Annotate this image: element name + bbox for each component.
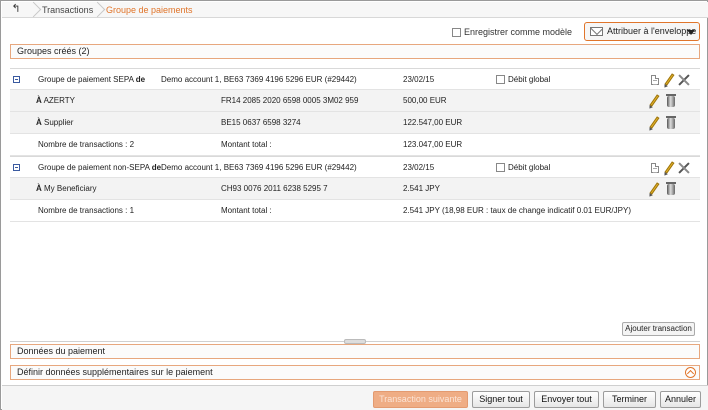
edit-pencil-icon[interactable] xyxy=(664,73,675,86)
document-icon[interactable] xyxy=(651,163,659,173)
transaction-count: Nombre de transactions : 2 xyxy=(38,140,135,149)
save-template-checkbox[interactable] xyxy=(452,28,461,38)
global-debit-label: Débit global xyxy=(508,75,551,84)
edit-pencil-icon[interactable] xyxy=(649,182,660,195)
beneficiary-row: À AZERTY FR14 2085 2020 6598 0005 3M02 9… xyxy=(10,90,700,112)
action-footer: Transaction suivante Signer tout Envoyer… xyxy=(2,385,708,410)
send-all-button[interactable]: Envoyer tout xyxy=(534,391,599,408)
beneficiary-row: À My Beneficiary CH93 0076 2011 6238 529… xyxy=(10,178,700,200)
save-template-option[interactable]: Enregistrer comme modèle xyxy=(452,27,572,39)
beneficiary-row: À Supplier BE15 0637 6598 3274 122.547,0… xyxy=(10,112,700,134)
sign-all-button[interactable]: Signer tout xyxy=(472,391,530,408)
document-icon[interactable] xyxy=(651,75,659,85)
beneficiary-amount: 500,00 EUR xyxy=(403,96,447,105)
cancel-button[interactable]: Annuler xyxy=(660,391,701,408)
group-date: 23/02/15 xyxy=(403,163,435,172)
envelope-icon xyxy=(590,27,603,36)
group-account: Demo account 1, BE63 7369 4196 5296 EUR … xyxy=(161,163,357,172)
add-transaction-button[interactable]: Ajouter transaction xyxy=(622,322,695,336)
group-total-row: Nombre de transactions : 1 Montant total… xyxy=(10,200,700,222)
beneficiary-amount: 2.541 JPY xyxy=(403,184,440,193)
breadcrumb-item-transactions[interactable]: Transactions xyxy=(42,2,93,18)
group-total-row: Nombre de transactions : 2 Montant total… xyxy=(10,134,700,156)
caret-down-icon xyxy=(687,30,695,35)
back-arrow-icon[interactable]: ↰ xyxy=(6,3,26,17)
breadcrumb-separator xyxy=(28,2,36,18)
transaction-count: Nombre de transactions : 1 xyxy=(38,206,135,215)
breadcrumb-item-payment-group: Groupe de paiements xyxy=(106,5,193,15)
group-row-non-sepa: Groupe de paiement non-SEPA de Demo acco… xyxy=(10,156,700,178)
total-label: Montant total : xyxy=(221,206,272,215)
global-debit-option[interactable]: Débit global xyxy=(496,157,550,179)
total-label: Montant total : xyxy=(221,140,272,149)
extra-data-section-header[interactable]: Définir données supplémentaires sur le p… xyxy=(10,365,700,380)
edit-pencil-icon[interactable] xyxy=(649,116,660,129)
delete-icon[interactable] xyxy=(666,116,676,129)
collapse-icon[interactable] xyxy=(13,164,20,171)
extra-data-title: Définir données supplémentaires sur le p… xyxy=(17,367,213,377)
assign-envelope-button[interactable]: Attribuer à l'enveloppe xyxy=(584,22,700,41)
group-title: Groupe de paiement non-SEPA de xyxy=(38,163,162,172)
global-debit-checkbox[interactable] xyxy=(496,75,505,85)
assign-envelope-label: Attribuer à l'enveloppe xyxy=(607,26,697,36)
edit-pencil-icon[interactable] xyxy=(664,161,675,174)
group-row-sepa: Groupe de paiement SEPA de Demo account … xyxy=(10,68,700,90)
breadcrumb: ↰ Transactions Groupe de paiements xyxy=(2,2,708,18)
delete-icon[interactable] xyxy=(666,94,676,107)
tools-icon[interactable] xyxy=(678,74,690,86)
collapse-icon[interactable] xyxy=(13,76,20,83)
beneficiary-name: À My Beneficiary xyxy=(36,184,97,193)
application-window: ↰ Transactions Groupe de paiements Enreg… xyxy=(0,0,708,410)
save-template-label: Enregistrer comme modèle xyxy=(464,27,573,37)
payment-data-section-header[interactable]: Données du paiement xyxy=(10,344,700,359)
beneficiary-amount: 122.547,00 EUR xyxy=(403,118,463,127)
total-amount: 2.541 JPY (18,98 EUR : taux de change in… xyxy=(403,206,631,215)
group-account: Demo account 1, BE63 7369 4196 5296 EUR … xyxy=(161,75,357,84)
expand-up-icon[interactable] xyxy=(685,367,696,378)
group-date: 23/02/15 xyxy=(403,75,435,84)
beneficiary-name: À Supplier xyxy=(36,118,74,127)
beneficiary-iban: CH93 0076 2011 6238 5295 7 xyxy=(221,184,328,193)
groups-section-header[interactable]: Groupes créés (2) xyxy=(10,44,700,59)
beneficiary-iban: FR14 2085 2020 6598 0005 3M02 959 xyxy=(221,96,359,105)
global-debit-option[interactable]: Débit global xyxy=(496,69,550,91)
global-debit-checkbox[interactable] xyxy=(496,163,505,173)
breadcrumb-separator xyxy=(92,2,100,18)
total-amount: 123.047,00 EUR xyxy=(403,140,463,149)
edit-pencil-icon[interactable] xyxy=(649,94,660,107)
finish-button[interactable]: Terminer xyxy=(603,391,656,408)
beneficiary-iban: BE15 0637 6598 3274 xyxy=(221,118,301,127)
delete-icon[interactable] xyxy=(666,182,676,195)
tools-icon[interactable] xyxy=(678,162,690,174)
global-debit-label: Débit global xyxy=(508,163,551,172)
beneficiary-name: À AZERTY xyxy=(36,96,75,105)
groups-table: Groupe de paiement SEPA de Demo account … xyxy=(10,68,700,222)
group-title: Groupe de paiement SEPA de xyxy=(38,75,146,84)
next-transaction-button[interactable]: Transaction suivante xyxy=(373,391,468,408)
